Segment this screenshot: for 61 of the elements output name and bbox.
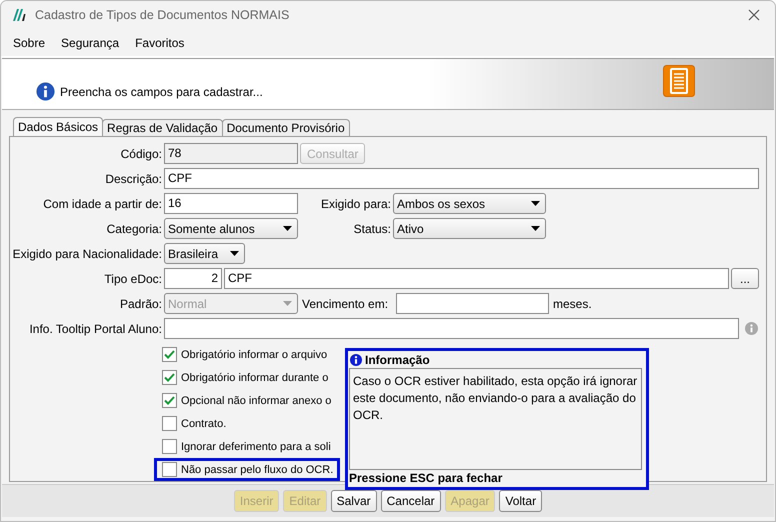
checkbox[interactable] (162, 370, 177, 386)
checkbox-label: Opcional não informar anexo o (181, 394, 332, 407)
checkbox[interactable] (162, 439, 177, 454)
action-button[interactable]: Cancelar (380, 490, 441, 512)
tab[interactable]: Documento Provisório (222, 119, 350, 136)
document-list-icon[interactable] (663, 64, 695, 97)
dropdown-arrow-icon (531, 226, 540, 232)
field-label: Com idade a partir de: (42, 196, 162, 211)
gender-dropdown[interactable]: Ambos os sexos (393, 193, 546, 214)
info-icon (36, 82, 55, 102)
banner-message: Preencha os campos para cadastrar... (60, 85, 263, 100)
checkbox-label: Contrato. (181, 418, 226, 430)
field-label: Exigido para Nacionalidade: (12, 246, 162, 261)
field-label: Vencimento em: (301, 296, 390, 311)
checkbox-label: Obrigatório informar o arquivo (181, 348, 328, 361)
info-icon[interactable] (745, 322, 758, 336)
info-icon (350, 354, 362, 366)
field-label: Info. Tooltip Portal Aluno: (28, 322, 162, 336)
menu-item[interactable]: Favoritos (135, 36, 184, 50)
tooltip-title: Informação (365, 353, 430, 368)
dropdown-arrow-icon (531, 201, 540, 206)
checkbox[interactable] (162, 416, 177, 432)
tooltip-text-field[interactable] (164, 318, 739, 340)
checkbox[interactable] (162, 462, 177, 478)
menu-item[interactable]: Segurança (61, 36, 120, 50)
checkbox[interactable] (162, 347, 177, 362)
category-dropdown[interactable]: Somente alunos (164, 218, 298, 240)
tooltip-body: Caso o OCR estiver habilitado, esta opção irá ignorar este documento, não enviando-o para a avaliação do OCR. (349, 368, 642, 470)
field-label: Tipo eDoc: (103, 272, 162, 286)
expiry-field[interactable] (396, 293, 549, 314)
status-dropdown[interactable]: Ativo (393, 218, 546, 240)
field-label: Status: (352, 222, 391, 236)
checkbox-label: Obrigatório informar durante o (181, 372, 328, 384)
tooltip-footer: Pressione ESC para fechar (348, 470, 646, 488)
checkbox-label: Não passar pelo fluxo do OCR. (181, 464, 334, 476)
description-field[interactable]: CPF (164, 168, 759, 190)
dropdown-arrow-icon (230, 251, 239, 256)
unit-label: meses. (553, 296, 592, 311)
field-label: Código: (120, 146, 162, 161)
menu-item[interactable]: Sobre (13, 36, 46, 50)
nationality-dropdown[interactable]: Brasileira (164, 243, 245, 264)
checkbox-label: Ignorar deferimento para a soli (181, 440, 331, 453)
field-label: Padrão: (118, 296, 162, 311)
field-label: Descrição: (104, 172, 162, 186)
browse-button[interactable]: ... (731, 268, 759, 290)
tab[interactable]: Dados Básicos (13, 117, 104, 136)
tab[interactable]: Regras de Validação (102, 119, 223, 136)
edoc-name-field[interactable]: CPF (224, 268, 729, 290)
age-field[interactable]: 16 (164, 193, 298, 214)
dropdown-arrow-icon (283, 226, 292, 232)
action-button[interactable]: Salvar (330, 490, 377, 512)
field-label: Categoria: (106, 222, 162, 236)
action-button[interactable]: Voltar (499, 490, 542, 512)
edoc-code-field[interactable]: 2 (164, 268, 222, 290)
window-title: Cadastro de Tipos de Documentos NORMAIS (35, 8, 290, 22)
close-icon[interactable] (748, 9, 760, 22)
dropdown-arrow-icon (283, 301, 292, 306)
app-logo-icon (13, 9, 27, 22)
code-field[interactable]: 78 (164, 143, 298, 164)
field-label: Exigido para: (320, 196, 391, 211)
checkbox[interactable] (162, 393, 177, 408)
